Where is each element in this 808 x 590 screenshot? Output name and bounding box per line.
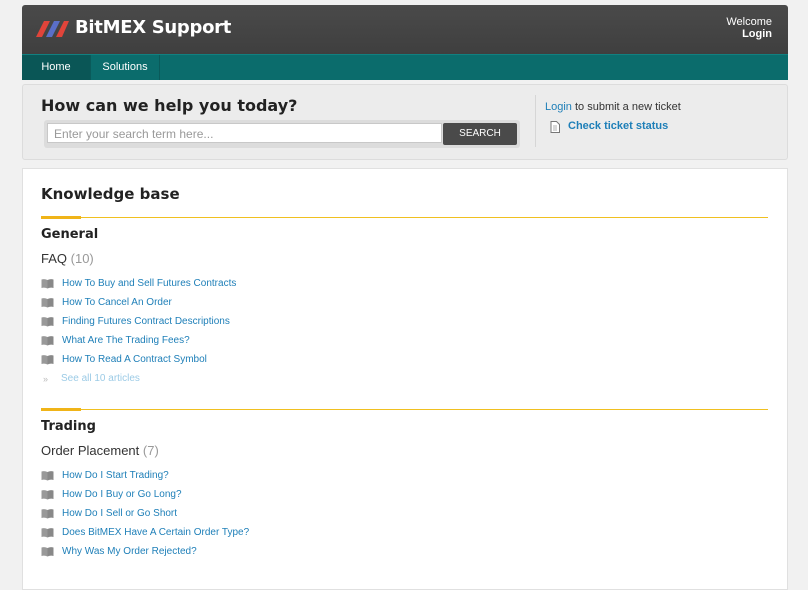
- article-item[interactable]: Why Was My Order Rejected?: [41, 542, 768, 561]
- article-link[interactable]: How Do I Buy or Go Long?: [62, 489, 182, 500]
- folder-name[interactable]: Order Placement: [41, 443, 139, 458]
- article-item[interactable]: Finding Futures Contract Descriptions: [41, 312, 768, 331]
- article-link[interactable]: How Do I Sell or Go Short: [62, 508, 177, 519]
- book-icon: [41, 317, 54, 327]
- new-ticket-prompt: Login to submit a new ticket: [545, 101, 681, 113]
- check-ticket-status-link[interactable]: Check ticket status: [568, 120, 668, 132]
- see-all-link[interactable]: See all 10 articles: [61, 373, 140, 384]
- header: BitMEX Support Welcome Login: [22, 5, 788, 54]
- book-icon: [41, 490, 54, 500]
- article-item[interactable]: How To Buy and Sell Futures Contracts: [41, 274, 768, 293]
- search-form: Enter your search term here... SEARCH: [44, 120, 520, 148]
- knowledge-base: Knowledge base General FAQ (10) How To B…: [22, 168, 788, 590]
- search-button[interactable]: SEARCH: [443, 123, 517, 145]
- section-title[interactable]: General: [41, 227, 768, 242]
- article-item[interactable]: How To Cancel An Order: [41, 293, 768, 312]
- bitmex-logo-icon[interactable]: [34, 17, 70, 39]
- article-link[interactable]: Why Was My Order Rejected?: [62, 546, 197, 557]
- search-panel: How can we help you today? Enter your se…: [22, 84, 788, 160]
- divider: [535, 95, 536, 147]
- folder-count: (10): [70, 251, 94, 266]
- article-item[interactable]: How Do I Start Trading?: [41, 466, 768, 485]
- folder-title[interactable]: FAQ (10): [41, 251, 768, 266]
- page: BitMEX Support Welcome Login Home Soluti…: [22, 5, 788, 590]
- section-title[interactable]: Trading: [41, 419, 768, 434]
- folder-title[interactable]: Order Placement (7): [41, 443, 768, 458]
- search-input[interactable]: Enter your search term here...: [47, 123, 442, 143]
- article-item[interactable]: How Do I Sell or Go Short: [41, 504, 768, 523]
- book-icon: [41, 279, 54, 289]
- user-area: Welcome Login: [726, 16, 772, 40]
- article-link[interactable]: How To Buy and Sell Futures Contracts: [62, 278, 236, 289]
- article-item[interactable]: Does BitMEX Have A Certain Order Type?: [41, 523, 768, 542]
- article-list: How To Buy and Sell Futures Contracts Ho…: [41, 274, 768, 388]
- welcome-text: Welcome: [726, 16, 772, 28]
- section-rule: [41, 408, 768, 411]
- book-icon: [41, 471, 54, 481]
- article-item[interactable]: How To Read A Contract Symbol: [41, 350, 768, 369]
- tab-home[interactable]: Home: [22, 55, 91, 80]
- document-icon: [550, 121, 560, 133]
- folder-count: (7): [142, 443, 159, 458]
- article-item[interactable]: What Are The Trading Fees?: [41, 331, 768, 350]
- help-heading: How can we help you today?: [41, 96, 298, 115]
- book-icon: [41, 336, 54, 346]
- article-item[interactable]: How Do I Buy or Go Long?: [41, 485, 768, 504]
- article-link[interactable]: What Are The Trading Fees?: [62, 335, 190, 346]
- book-icon: [41, 509, 54, 519]
- main-nav: Home Solutions: [22, 54, 788, 80]
- article-link[interactable]: How To Read A Contract Symbol: [62, 354, 207, 365]
- article-link[interactable]: How Do I Start Trading?: [62, 470, 169, 481]
- tab-solutions[interactable]: Solutions: [91, 55, 160, 80]
- see-all-articles[interactable]: » See all 10 articles: [41, 369, 768, 388]
- article-link[interactable]: Finding Futures Contract Descriptions: [62, 316, 230, 327]
- book-icon: [41, 298, 54, 308]
- double-chevron-icon: »: [43, 373, 49, 384]
- header-login-link[interactable]: Login: [726, 28, 772, 40]
- kb-title: Knowledge base: [41, 185, 180, 203]
- book-icon: [41, 528, 54, 538]
- brand-title[interactable]: BitMEX Support: [75, 17, 231, 38]
- book-icon: [41, 547, 54, 557]
- ticket-prompt-text: to submit a new ticket: [571, 101, 681, 113]
- book-icon: [41, 355, 54, 365]
- kb-section-trading: Trading Order Placement (7) How Do I Sta…: [41, 408, 768, 561]
- section-rule: [41, 216, 768, 219]
- article-list: How Do I Start Trading? How Do I Buy or …: [41, 466, 768, 561]
- ticket-login-link[interactable]: Login: [545, 101, 572, 113]
- article-link[interactable]: How To Cancel An Order: [62, 297, 172, 308]
- article-link[interactable]: Does BitMEX Have A Certain Order Type?: [62, 527, 249, 538]
- kb-section-general: General FAQ (10) How To Buy and Sell Fut…: [41, 216, 768, 388]
- folder-name[interactable]: FAQ: [41, 251, 67, 266]
